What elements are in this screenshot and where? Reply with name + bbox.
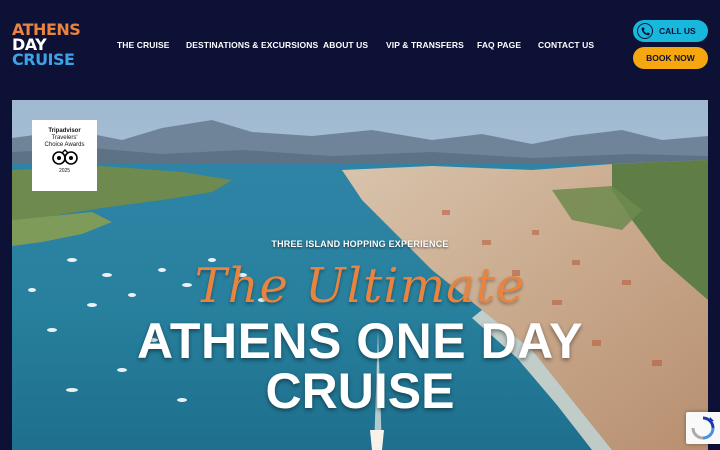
award-year: 2025 (58, 168, 71, 174)
hero-headline-line2: CRUISE (265, 363, 455, 419)
book-now-label: BOOK NOW (646, 53, 695, 63)
call-us-button[interactable]: CALL US (633, 20, 708, 42)
recaptcha-badge[interactable] (686, 412, 720, 444)
tripadvisor-award-badge[interactable]: Tripadvisor Travelers' Choice Awards 202… (32, 120, 97, 191)
award-line2: Travelers' (51, 135, 78, 141)
book-now-button[interactable]: BOOK NOW (633, 47, 708, 69)
nav-about-us[interactable]: ABOUT US (323, 40, 368, 50)
brand-logo[interactable]: ATHENS DAY CRUISE (12, 22, 82, 69)
logo-line-cruise: CRUISE (12, 50, 75, 69)
nav-destinations-excursions[interactable]: DESTINATIONS & EXCURSIONS (186, 40, 318, 50)
award-brand: Tripadvisor (48, 128, 81, 134)
recaptcha-icon (686, 416, 720, 448)
site-header: ATHENS DAY CRUISE THE CRUISE DESTINATION… (0, 0, 720, 100)
tripadvisor-owl-icon (32, 149, 97, 167)
award-line3: Choice Awards (44, 142, 85, 148)
hero-script-title: The Ultimate (194, 258, 526, 314)
nav-contact-us[interactable]: CONTACT US (538, 40, 594, 50)
hero-kicker: THREE ISLAND HOPPING EXPERIENCE (271, 239, 449, 249)
hero-banner: Tripadvisor Travelers' Choice Awards 202… (12, 100, 708, 450)
nav-the-cruise[interactable]: THE CRUISE (117, 40, 169, 50)
call-us-label: CALL US (659, 26, 696, 36)
nav-vip-transfers[interactable]: VIP & TRANSFERS (386, 40, 464, 50)
nav-faq-page[interactable]: FAQ PAGE (477, 40, 521, 50)
phone-icon (637, 23, 653, 39)
